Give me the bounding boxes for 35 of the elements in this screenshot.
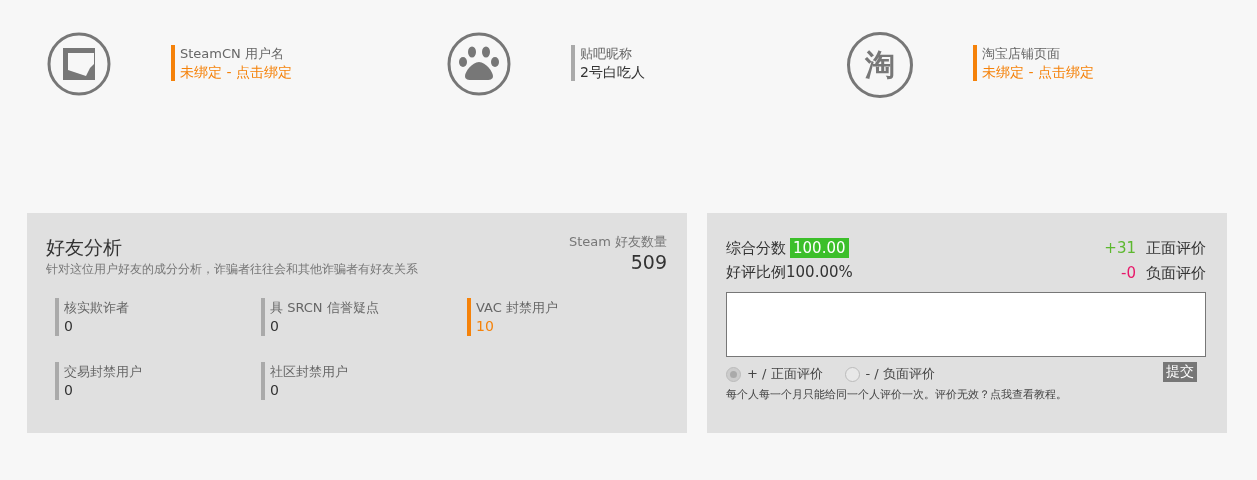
radio-label[interactable]: + / 正面评价 — [747, 365, 823, 383]
positive-count: +31 — [1104, 238, 1136, 257]
friend-count: 509 — [629, 251, 667, 273]
negative-label: 负面评价 — [1146, 263, 1206, 282]
account-label: SteamCN 用户名 — [180, 45, 285, 63]
ratio-text: 好评比例100.00% — [726, 263, 853, 282]
comment-field[interactable] — [726, 292, 1206, 357]
radio-button[interactable] — [844, 366, 860, 382]
stat-value: 0 — [270, 317, 280, 336]
logo-icon: 淘 — [847, 32, 913, 98]
positive-label: 正面评价 — [1146, 238, 1206, 257]
stat-label: VAC 封禁用户 — [476, 299, 559, 317]
account-label: 贴吧昵称 — [580, 45, 633, 63]
radio-button[interactable] — [726, 366, 741, 382]
account-value: 2号白吃人 — [580, 63, 645, 81]
stat-value: 0 — [270, 381, 280, 400]
stat-label: 核实欺诈者 — [64, 299, 130, 317]
panel-subtitle: 针对这位用户好友的成分分析，诈骗者往往会和其他诈骗者有好友关系 — [46, 261, 418, 278]
stat-value: 10 — [476, 317, 495, 336]
account-label: 淘宝店铺页面 — [982, 45, 1061, 63]
friend-count-label: Steam 好友数量 — [568, 233, 667, 251]
score-label: 综合分数 — [726, 238, 786, 257]
stat-label: 交易封禁用户 — [64, 363, 143, 381]
score-badge: 100.00 — [790, 237, 849, 258]
panel-title: 好友分析 — [46, 235, 123, 260]
submit-button[interactable]: 提交 — [1163, 362, 1197, 382]
rating-note[interactable]: 每个人每一个月只能给同一个人评价一次。评价无效？点我查看教程。 — [726, 387, 1206, 402]
stat-value: 0 — [64, 317, 74, 336]
radio-label[interactable]: - / 负面评价 — [865, 365, 935, 383]
stat-label: 社区封禁用户 — [270, 363, 349, 381]
stat-label: 具 SRCN 信誉疑点 — [270, 299, 380, 317]
paw-icon — [447, 32, 511, 96]
negative-count: -0 — [1121, 263, 1136, 282]
stat-value: 0 — [64, 381, 74, 400]
square-logo-icon — [47, 32, 111, 96]
